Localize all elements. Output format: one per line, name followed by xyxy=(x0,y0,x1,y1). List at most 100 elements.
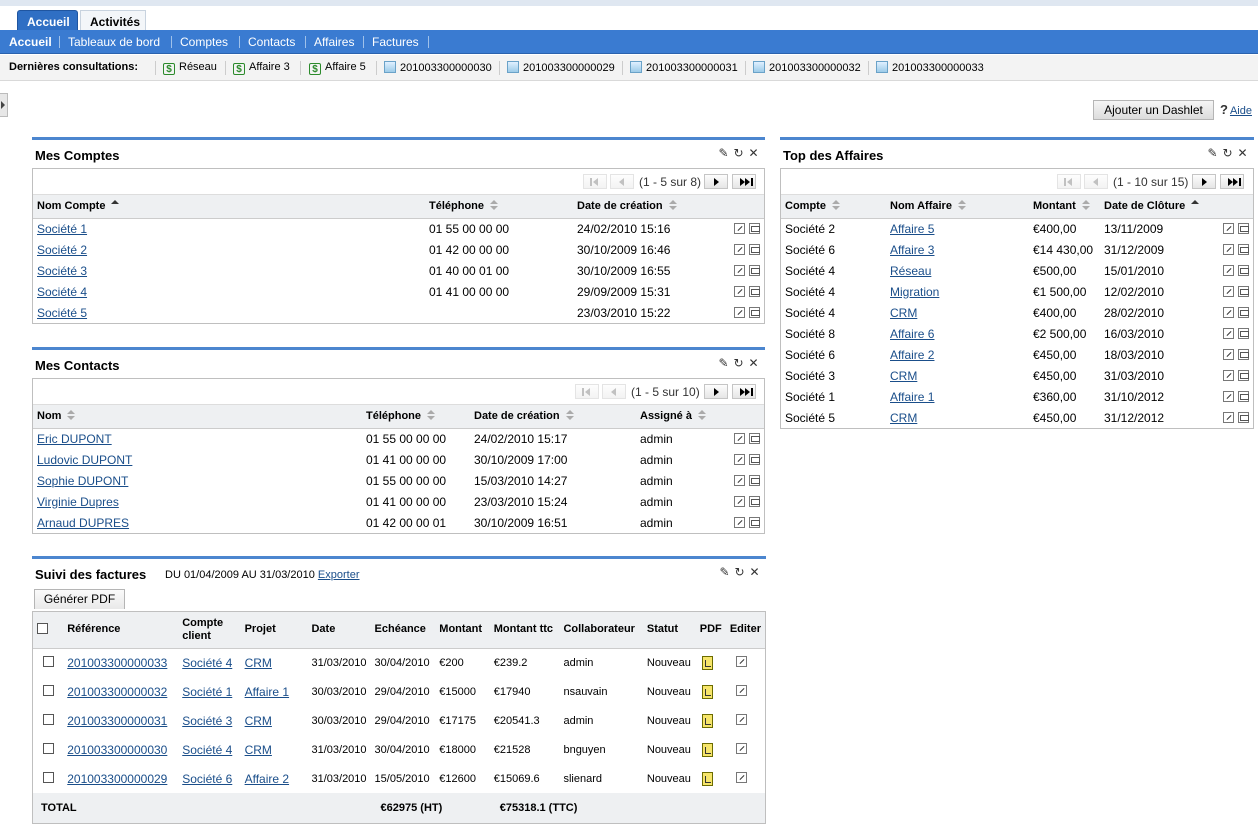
prev-page-button[interactable] xyxy=(610,174,634,189)
view-detail-icon[interactable] xyxy=(749,453,760,465)
record-link[interactable]: Virginie Dupres xyxy=(37,495,119,509)
edit-record-icon[interactable] xyxy=(735,714,747,725)
record-link[interactable]: 201003300000033 xyxy=(67,656,167,670)
row-checkbox[interactable] xyxy=(43,743,54,754)
edit-record-icon[interactable] xyxy=(1223,243,1234,255)
view-detail-icon[interactable] xyxy=(1238,243,1249,255)
edit-record-icon[interactable] xyxy=(1223,327,1234,339)
column-header[interactable]: Date de création xyxy=(573,195,723,219)
pdf-icon[interactable] xyxy=(701,713,713,728)
row-checkbox[interactable] xyxy=(43,714,54,725)
edit-record-icon[interactable] xyxy=(735,685,747,696)
refresh-icon[interactable]: ↻ xyxy=(732,147,745,160)
view-detail-icon[interactable] xyxy=(749,495,760,507)
prev-page-button[interactable] xyxy=(1084,174,1108,189)
edit-record-icon[interactable] xyxy=(735,656,747,668)
last-page-button[interactable] xyxy=(732,384,756,399)
record-link[interactable]: Société 6 xyxy=(182,772,232,786)
edit-record-icon[interactable] xyxy=(734,243,745,255)
column-header[interactable]: Nom xyxy=(33,405,362,429)
record-link[interactable]: Société 5 xyxy=(37,306,87,320)
next-page-button[interactable] xyxy=(704,174,728,189)
column-header[interactable]: Téléphone xyxy=(425,195,573,219)
edit-icon[interactable]: ✎ xyxy=(718,566,731,579)
record-link[interactable]: 201003300000031 xyxy=(67,714,167,728)
edit-icon[interactable]: ✎ xyxy=(717,357,730,370)
view-detail-icon[interactable] xyxy=(749,432,760,444)
record-link[interactable]: Affaire 5 xyxy=(890,222,934,236)
record-link[interactable]: CRM xyxy=(890,411,917,425)
edit-record-icon[interactable] xyxy=(735,772,747,783)
record-link[interactable]: Affaire 2 xyxy=(890,348,934,362)
record-link[interactable]: Société 2 xyxy=(37,243,87,257)
recent-item-invoice-33[interactable]: 201003300000033 xyxy=(876,61,984,74)
record-link[interactable]: Société 3 xyxy=(182,714,232,728)
record-link[interactable]: 201003300000030 xyxy=(67,743,167,757)
column-header[interactable]: Date de création xyxy=(470,405,636,429)
view-detail-icon[interactable] xyxy=(1238,327,1249,339)
record-link[interactable]: CRM xyxy=(245,714,272,728)
edit-record-icon[interactable] xyxy=(1223,285,1234,297)
edit-record-icon[interactable] xyxy=(1223,411,1234,423)
column-header[interactable]: Téléphone xyxy=(362,405,470,429)
refresh-icon[interactable]: ↻ xyxy=(1221,147,1234,160)
record-link[interactable]: Ludovic DUPONT xyxy=(37,453,132,467)
nav-factures[interactable]: Factures xyxy=(372,30,419,54)
record-link[interactable]: CRM xyxy=(890,306,917,320)
nav-contacts[interactable]: Contacts xyxy=(248,30,295,54)
recent-item-invoice-29[interactable]: 201003300000029 xyxy=(507,61,615,74)
record-link[interactable]: Affaire 1 xyxy=(245,685,289,699)
record-link[interactable]: CRM xyxy=(245,743,272,757)
recent-item-invoice-32[interactable]: 201003300000032 xyxy=(753,61,861,74)
record-link[interactable]: Société 1 xyxy=(37,222,87,236)
next-page-button[interactable] xyxy=(704,384,728,399)
last-page-button[interactable] xyxy=(732,174,756,189)
record-link[interactable]: CRM xyxy=(245,656,272,670)
help-link[interactable]: ? Aide xyxy=(1220,102,1252,117)
edit-record-icon[interactable] xyxy=(1223,390,1234,402)
record-link[interactable]: Affaire 6 xyxy=(890,327,934,341)
edit-record-icon[interactable] xyxy=(735,743,747,754)
last-page-button[interactable] xyxy=(1220,174,1244,189)
edit-record-icon[interactable] xyxy=(734,222,745,234)
record-link[interactable]: Société 3 xyxy=(37,264,87,278)
view-detail-icon[interactable] xyxy=(1238,222,1249,234)
edit-record-icon[interactable] xyxy=(734,495,745,507)
edit-record-icon[interactable] xyxy=(734,285,745,297)
nav-affaires[interactable]: Affaires xyxy=(314,30,354,54)
sidebar-expand-handle[interactable] xyxy=(0,93,8,117)
view-detail-icon[interactable] xyxy=(1238,306,1249,318)
recent-item-affaire-3[interactable]: $ Affaire 3 xyxy=(233,61,290,75)
column-header[interactable]: Date de Clôture xyxy=(1100,195,1213,219)
add-dashlet-button[interactable]: Ajouter un Dashlet xyxy=(1093,100,1214,120)
column-header[interactable]: Compte xyxy=(781,195,886,219)
recent-item-affaire-5[interactable]: $ Affaire 5 xyxy=(309,61,366,75)
recent-item-invoice-30[interactable]: 201003300000030 xyxy=(384,61,492,74)
view-detail-icon[interactable] xyxy=(1238,285,1249,297)
record-link[interactable]: Migration xyxy=(890,285,939,299)
first-page-button[interactable] xyxy=(575,384,599,399)
export-link[interactable]: Exporter xyxy=(318,569,360,581)
pdf-icon[interactable] xyxy=(701,742,713,757)
close-icon[interactable]: ✕ xyxy=(748,566,761,579)
edit-record-icon[interactable] xyxy=(734,453,745,465)
prev-page-button[interactable] xyxy=(602,384,626,399)
record-link[interactable]: Affaire 2 xyxy=(245,772,289,786)
close-icon[interactable]: ✕ xyxy=(747,357,760,370)
nav-tableaux-de-bord[interactable]: Tableaux de bord xyxy=(68,30,160,54)
edit-icon[interactable]: ✎ xyxy=(1206,147,1219,160)
record-link[interactable]: Réseau xyxy=(890,264,931,278)
column-header[interactable]: Nom Compte xyxy=(33,195,425,219)
row-checkbox[interactable] xyxy=(43,656,54,668)
view-detail-icon[interactable] xyxy=(749,516,760,528)
view-detail-icon[interactable] xyxy=(749,222,760,234)
record-link[interactable]: 201003300000032 xyxy=(67,685,167,699)
view-detail-icon[interactable] xyxy=(749,285,760,297)
view-detail-icon[interactable] xyxy=(749,264,760,276)
record-link[interactable]: Arnaud DUPRES xyxy=(37,516,129,530)
row-checkbox[interactable] xyxy=(43,685,54,696)
nav-accueil[interactable]: Accueil xyxy=(9,30,52,54)
view-detail-icon[interactable] xyxy=(749,306,760,318)
refresh-icon[interactable]: ↻ xyxy=(732,357,745,370)
view-detail-icon[interactable] xyxy=(1238,348,1249,360)
